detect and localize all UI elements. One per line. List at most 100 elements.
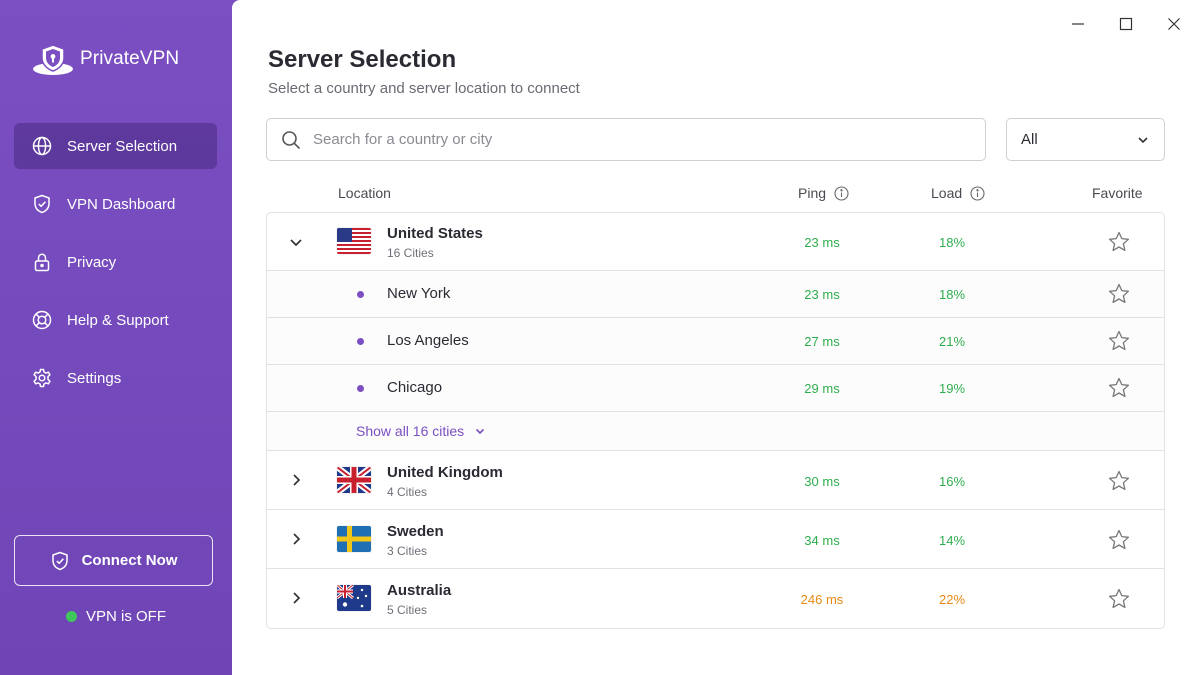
sidebar-item-vpn-dashboard[interactable]: VPN Dashboard [14,181,217,227]
chevron-right-icon[interactable] [287,589,305,607]
country-row-united-states[interactable]: United States 16 Cities 23 ms 18% [267,213,1164,271]
main-panel: Server Selection Select a country and se… [232,0,1200,675]
lifebuoy-icon [31,309,53,331]
column-header-label: Favorite [1092,185,1143,201]
close-icon [1168,18,1180,30]
star-icon[interactable] [1107,528,1131,552]
info-icon[interactable] [834,185,849,201]
filter-dropdown[interactable]: All [1006,118,1165,161]
privatevpn-logo-icon [33,44,73,75]
australia-flag-icon [337,585,371,611]
load-value: 18% [938,235,966,250]
star-icon[interactable] [1107,376,1131,400]
ping-value: 29 ms [804,381,840,396]
star-icon[interactable] [1107,329,1131,353]
column-header-load[interactable]: Load [931,185,985,201]
sidebar-nav: Server Selection VPN Dashboard Privacy H… [14,123,217,413]
country-name: Australia [387,582,452,599]
chevron-right-icon[interactable] [287,530,305,548]
column-header-label: Load [931,185,963,201]
connect-now-button[interactable]: Connect Now [14,535,213,586]
bullet-icon [357,338,364,345]
minimize-icon [1072,23,1084,25]
city-row-chicago[interactable]: Chicago 29 ms 19% [267,365,1164,412]
bullet-icon [357,385,364,392]
vpn-status-label: VPN is OFF [85,608,166,625]
column-header-location: Location [338,185,391,201]
sidebar: PrivateVPN Server Selection VPN Dashboar… [0,0,232,675]
show-all-row: Show all 16 cities [267,412,1164,451]
country-name: Sweden [387,523,444,540]
bullet-icon [357,291,364,298]
sidebar-item-privacy[interactable]: Privacy [14,239,217,285]
show-all-label: Show all 16 cities [356,423,465,439]
shield-check-icon [50,551,70,571]
ping-value: 246 ms [800,592,844,607]
maximize-button[interactable] [1116,14,1136,34]
city-count: 3 Cities [387,544,428,558]
status-dot-icon [65,611,77,622]
load-value: 22% [938,592,966,607]
city-name: Los Angeles [387,332,469,349]
vpn-status: VPN is OFF [0,608,232,625]
ping-value: 34 ms [804,533,840,548]
sidebar-item-label: Help & Support [67,311,169,329]
chevron-down-icon [474,425,486,437]
star-icon[interactable] [1107,469,1131,493]
info-icon[interactable] [970,185,985,201]
load-value: 18% [938,287,966,302]
sweden-flag-icon [337,526,371,552]
globe-icon [31,135,53,157]
city-count: 5 Cities [387,603,428,617]
ping-value: 23 ms [804,287,840,302]
gear-icon [31,367,53,389]
sidebar-item-server-selection[interactable]: Server Selection [14,123,217,169]
sidebar-item-label: VPN Dashboard [67,195,176,213]
load-value: 19% [938,381,966,396]
country-name: United States [387,225,483,242]
page-title: Server Selection [268,46,457,73]
column-header-label: Ping [798,185,827,201]
ping-value: 30 ms [804,474,840,489]
search-box[interactable] [266,118,986,161]
close-window-button[interactable] [1164,14,1184,34]
server-table: United States 16 Cities 23 ms 18% New Yo… [266,212,1165,629]
chevron-down-icon [1136,133,1150,147]
app-name: PrivateVPN [80,48,180,69]
country-row-australia[interactable]: Australia 5 Cities 246 ms 22% [267,569,1164,628]
city-name: New York [387,285,451,302]
star-icon[interactable] [1107,230,1131,254]
country-row-sweden[interactable]: Sweden 3 Cities 34 ms 14% [267,510,1164,569]
search-icon [281,130,301,150]
chevron-down-icon[interactable] [287,233,305,251]
chevron-right-icon[interactable] [287,471,305,489]
column-header-label: Location [338,185,391,201]
sidebar-item-label: Privacy [67,253,117,271]
load-value: 21% [938,334,966,349]
search-input[interactable] [313,131,963,148]
connect-now-label: Connect Now [81,552,178,569]
ping-value: 27 ms [804,334,840,349]
load-value: 14% [938,533,966,548]
lock-icon [31,251,53,273]
sidebar-item-label: Settings [67,369,122,387]
us-flag-icon [337,228,371,254]
city-name: Chicago [387,379,443,396]
maximize-icon [1119,17,1133,31]
app-logo: PrivateVPN [32,42,179,76]
uk-flag-icon [337,467,371,493]
city-row-new-york[interactable]: New York 23 ms 18% [267,271,1164,318]
show-all-cities-link[interactable]: Show all 16 cities [356,423,486,439]
city-count: 4 Cities [387,485,428,499]
country-row-united-kingdom[interactable]: United Kingdom 4 Cities 30 ms 16% [267,451,1164,510]
filter-selected-value: All [1021,131,1038,148]
city-row-los-angeles[interactable]: Los Angeles 27 ms 21% [267,318,1164,365]
shield-check-icon [31,193,53,215]
city-count: 16 Cities [387,246,434,260]
star-icon[interactable] [1107,282,1131,306]
star-icon[interactable] [1107,587,1131,611]
minimize-button[interactable] [1068,14,1088,34]
sidebar-item-settings[interactable]: Settings [14,355,217,401]
column-header-ping[interactable]: Ping [798,185,849,201]
sidebar-item-help-support[interactable]: Help & Support [14,297,217,343]
